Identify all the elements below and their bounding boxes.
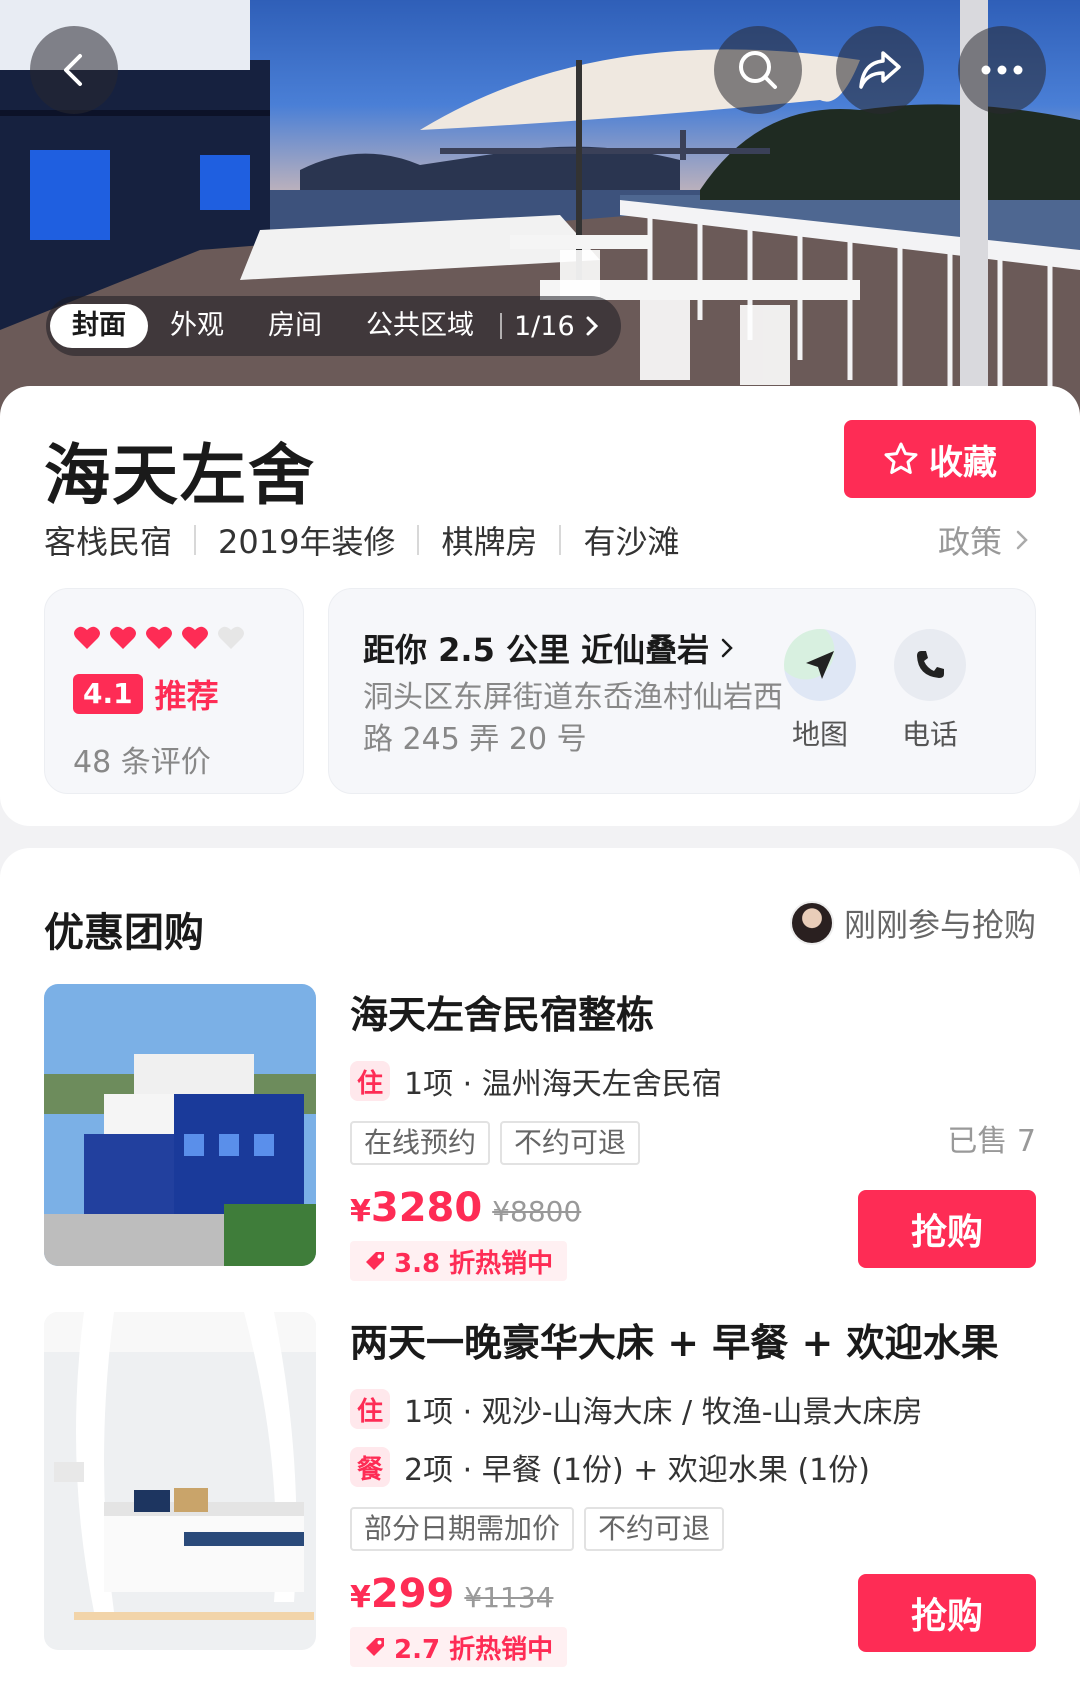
recent-buyers: 刚刚参与抢购 bbox=[789, 900, 1036, 946]
map-button[interactable]: 地图 bbox=[775, 629, 865, 753]
heart-filled-icon bbox=[110, 626, 136, 649]
favorite-button[interactable]: 收藏 bbox=[844, 420, 1036, 498]
distance-text-row[interactable]: 距你 2.5 公里 近仙叠岩 bbox=[363, 625, 733, 671]
chevron-left-icon bbox=[64, 54, 82, 86]
deal-content-text: 1项 · 温州海天左舍民宿 bbox=[404, 1067, 722, 1102]
buy-button[interactable]: 抢购 bbox=[858, 1190, 1036, 1268]
more-icon bbox=[981, 65, 1023, 75]
hero-gallery[interactable]: 封面 外观 房间 公共区域 1/16 bbox=[0, 0, 1080, 420]
discount-text: 3.8 折热销中 bbox=[394, 1248, 554, 1279]
heart-filled-icon bbox=[146, 626, 172, 649]
heart-filled-icon bbox=[74, 626, 100, 649]
category-badge: 住 bbox=[350, 1389, 390, 1429]
condition-tag: 不约可退 bbox=[584, 1507, 725, 1551]
score-text: 推荐 bbox=[154, 677, 219, 715]
chevron-right-icon bbox=[586, 316, 598, 336]
deal-item[interactable]: 海天左舍民宿整栋 住 1项 · 温州海天左舍民宿 在线预约 不约可退 已售 7 … bbox=[44, 984, 1036, 1281]
discount-text: 2.7 折热销中 bbox=[394, 1634, 554, 1665]
price-tag-icon bbox=[366, 1638, 384, 1656]
phone-icon bbox=[917, 651, 944, 678]
chevron-right-icon bbox=[721, 638, 733, 658]
price-value: 299 bbox=[370, 1571, 455, 1617]
map-label: 地图 bbox=[791, 718, 848, 751]
album-tab-public-area[interactable]: 公共区域 bbox=[344, 304, 496, 348]
hotel-tag: 有沙滩 bbox=[583, 523, 680, 561]
hotel-tag: 客栈民宿 bbox=[44, 523, 173, 561]
sold-count: 已售 7 bbox=[947, 1124, 1036, 1159]
phone-label: 电话 bbox=[901, 718, 958, 751]
hotel-tag: 棋牌房 bbox=[441, 523, 538, 561]
deal-title: 两天一晚豪华大床 + 早餐 + 欢迎水果 bbox=[350, 1321, 999, 1365]
category-badge: 餐 bbox=[350, 1447, 390, 1487]
share-icon bbox=[859, 51, 901, 89]
address-text: 洞头区东屏街道东岙渔村仙岩西路 245 弄 20 号 bbox=[363, 680, 783, 757]
album-category-bar: 封面 外观 房间 公共区域 1/16 bbox=[46, 296, 621, 356]
recent-buyers-text: 刚刚参与抢购 bbox=[843, 906, 1036, 944]
review-count: 48 条评价 bbox=[73, 745, 211, 780]
back-button[interactable] bbox=[30, 26, 118, 114]
condition-tag: 在线预约 bbox=[350, 1121, 491, 1165]
chevron-right-icon bbox=[1016, 530, 1028, 550]
condition-tag: 不约可退 bbox=[500, 1121, 641, 1165]
deal-item[interactable]: 两天一晚豪华大床 + 早餐 + 欢迎水果 住 1项 · 观沙-山海大床 / 牧渔… bbox=[44, 1312, 1036, 1667]
price-value: 3280 bbox=[370, 1185, 483, 1231]
currency-symbol: ¥ bbox=[350, 1580, 371, 1615]
discount-badge: 2.7 折热销中 bbox=[350, 1627, 568, 1667]
divider bbox=[194, 525, 197, 555]
deal-content-text: 1项 · 观沙-山海大床 / 牧渔-山景大床房 bbox=[404, 1395, 923, 1430]
deal-content-line: 餐 2项 · 早餐 (1份) + 欢迎水果 (1份) bbox=[350, 1445, 1036, 1489]
deal-title: 海天左舍民宿整栋 bbox=[350, 993, 655, 1037]
distance-text: 距你 2.5 公里 近仙叠岩 bbox=[363, 631, 710, 669]
policy-label: 政策 bbox=[937, 523, 1002, 561]
rating-hearts bbox=[73, 625, 245, 651]
rating-summary[interactable]: 4.1 推荐 48 条评价 bbox=[44, 588, 304, 794]
divider bbox=[417, 525, 420, 555]
deal-content-line: 住 1项 · 观沙-山海大床 / 牧渔-山景大床房 bbox=[350, 1387, 1036, 1431]
photo-counter-text: 1/16 bbox=[514, 310, 575, 342]
location-summary[interactable]: 距你 2.5 公里 近仙叠岩 洞头区东屏街道东岙渔村仙岩西路 245 弄 20 … bbox=[328, 588, 1036, 794]
score-badge: 4.1 bbox=[73, 674, 143, 714]
more-button[interactable] bbox=[958, 26, 1046, 114]
photo-counter[interactable]: 1/16 bbox=[514, 311, 599, 342]
divider bbox=[500, 313, 502, 339]
section-title: 优惠团购 bbox=[44, 910, 204, 956]
hotel-name: 海天左舍 bbox=[44, 437, 316, 514]
album-tab-rooms[interactable]: 房间 bbox=[246, 304, 344, 348]
heart-filled-icon bbox=[182, 626, 208, 649]
hotel-tags: 客栈民宿 2019年装修 棋牌房 有沙滩 bbox=[44, 516, 1036, 564]
navigation-arrow-icon bbox=[806, 651, 834, 679]
deal-image bbox=[44, 984, 316, 1266]
hotel-info-card: 海天左舍 收藏 客栈民宿 2019年装修 棋牌房 有沙滩 政策 4.1 推荐 4… bbox=[0, 386, 1080, 826]
deal-image bbox=[44, 1312, 316, 1650]
heart-empty-icon bbox=[218, 626, 244, 649]
deal-price: ¥3280 bbox=[350, 1185, 482, 1231]
original-price: ¥1134 bbox=[464, 1581, 554, 1614]
category-badge: 住 bbox=[350, 1061, 390, 1101]
share-button[interactable] bbox=[836, 26, 924, 114]
phone-button[interactable]: 电话 bbox=[885, 629, 975, 753]
favorite-label: 收藏 bbox=[929, 442, 997, 483]
search-icon bbox=[739, 51, 777, 89]
hotel-tag: 2019年装修 bbox=[218, 523, 396, 561]
divider bbox=[559, 525, 562, 555]
deal-content-line: 住 1项 · 温州海天左舍民宿 bbox=[350, 1059, 1036, 1103]
discount-badge: 3.8 折热销中 bbox=[350, 1241, 568, 1281]
group-deals-section: 优惠团购 刚刚参与抢购 海天左舍民宿整栋 住 1项 · 温州海天左舍民宿 在线预… bbox=[0, 848, 1080, 1686]
buy-button[interactable]: 抢购 bbox=[858, 1574, 1036, 1652]
star-icon bbox=[884, 442, 918, 474]
deal-price: ¥299 bbox=[350, 1571, 454, 1617]
original-price: ¥8800 bbox=[492, 1195, 582, 1228]
album-tab-exterior[interactable]: 外观 bbox=[148, 304, 246, 348]
deal-conditions: 部分日期需加价 不约可退 bbox=[350, 1507, 1036, 1551]
deal-conditions: 在线预约 不约可退 bbox=[350, 1121, 1036, 1165]
search-button[interactable] bbox=[714, 26, 802, 114]
policy-link[interactable]: 政策 bbox=[938, 516, 1028, 564]
condition-tag: 部分日期需加价 bbox=[350, 1507, 575, 1551]
avatar bbox=[789, 901, 834, 945]
album-tab-cover[interactable]: 封面 bbox=[50, 304, 148, 348]
currency-symbol: ¥ bbox=[350, 1194, 371, 1229]
price-tag-icon bbox=[366, 1252, 384, 1270]
deal-content-text: 2项 · 早餐 (1份) + 欢迎水果 (1份) bbox=[404, 1453, 870, 1488]
